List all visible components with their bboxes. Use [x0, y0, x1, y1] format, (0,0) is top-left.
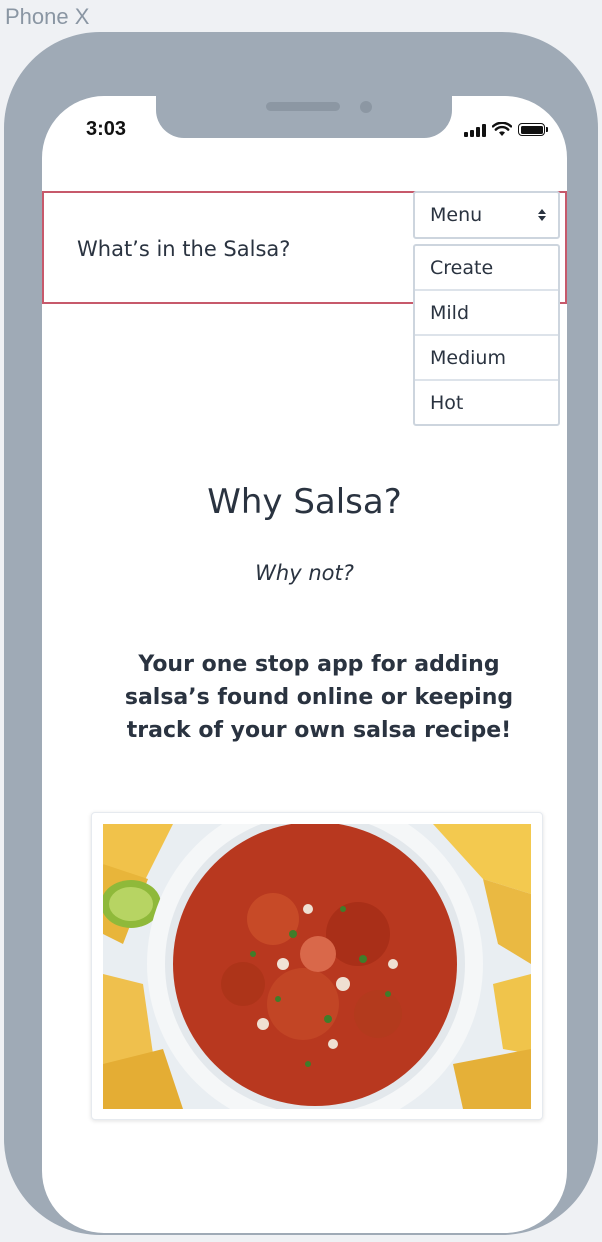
- signal-icon: [464, 123, 486, 137]
- device-frame-label: Phone X: [5, 4, 90, 29]
- menu-option-hot[interactable]: Hot: [415, 379, 558, 424]
- site-title: What’s in the Salsa?: [77, 237, 291, 261]
- select-arrows-icon: [538, 209, 546, 221]
- speaker-grille: [266, 102, 340, 111]
- hero-subtitle: Why not?: [255, 561, 354, 585]
- wifi-icon: [492, 122, 512, 136]
- menu-option-medium[interactable]: Medium: [415, 334, 558, 379]
- menu-option-create[interactable]: Create: [415, 246, 558, 289]
- status-icons: [464, 122, 548, 137]
- salsa-photo-card: [91, 812, 543, 1120]
- front-camera: [360, 101, 372, 113]
- menu-option-mild[interactable]: Mild: [415, 289, 558, 334]
- phone-frame: 3:03 What’s in the Salsa? Menu Create Mi…: [4, 32, 598, 1235]
- phone-screen: 3:03 What’s in the Salsa? Menu Create Mi…: [42, 96, 567, 1233]
- phone-notch: [156, 96, 452, 138]
- status-time: 3:03: [86, 118, 127, 140]
- hero-title: Why Salsa?: [207, 482, 402, 522]
- menu-options-list: Create Mild Medium Hot: [413, 244, 560, 426]
- menu-select[interactable]: Menu: [413, 191, 560, 239]
- menu-select-value: Menu: [430, 204, 483, 226]
- battery-icon: [518, 123, 548, 136]
- hero-description: Your one stop app for adding salsa’s fou…: [124, 652, 514, 743]
- salsa-bowl-image: [103, 824, 531, 1109]
